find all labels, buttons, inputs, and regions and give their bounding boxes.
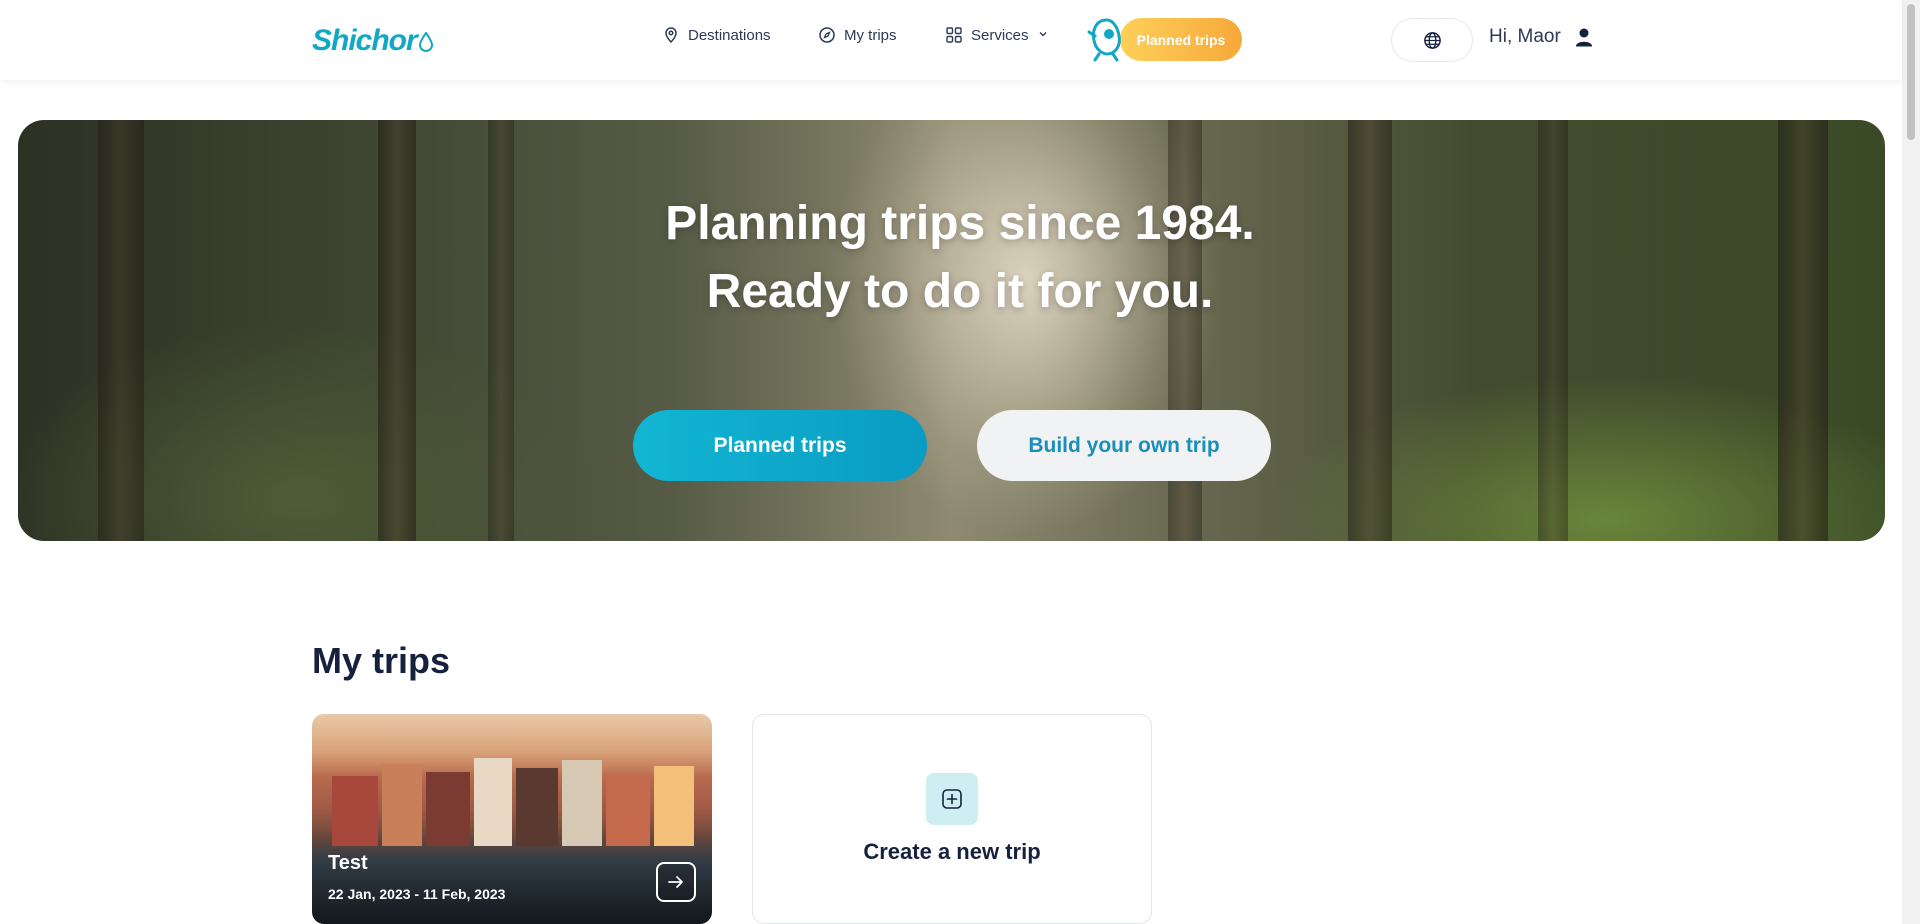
language-button[interactable] (1391, 18, 1473, 62)
user-icon (1575, 28, 1592, 46)
trip-dates: 22 Jan, 2023 - 11 Feb, 2023 (328, 886, 506, 902)
trip-name: Test (328, 852, 368, 874)
mascot-icon (1087, 18, 1121, 62)
trip-card[interactable]: Test 22 Jan, 2023 - 11 Feb, 2023 (312, 714, 712, 924)
compass-icon (818, 26, 836, 44)
header-planned-trips-button[interactable]: Planned trips (1120, 18, 1242, 61)
hero-title: Planning trips since 1984. Ready to do i… (0, 190, 1920, 326)
shichor-logo[interactable]: Shichor (312, 20, 433, 58)
nav-services-label: Services (971, 26, 1029, 44)
nav-services[interactable]: Services (945, 26, 1049, 44)
nav-my-trips-label: My trips (844, 26, 897, 44)
create-trip-label: Create a new trip (863, 839, 1041, 864)
nav-my-trips[interactable]: My trips (818, 26, 897, 44)
hero-title-line1: Planning trips since 1984. (665, 197, 1255, 250)
plus-square-icon (926, 773, 978, 825)
user-menu[interactable]: Hi, Maor (1489, 26, 1593, 48)
arrow-right-icon (668, 876, 683, 888)
create-trip-card[interactable]: Create a new trip (752, 714, 1152, 924)
hero-title-line2: Ready to do it for you. (706, 265, 1214, 318)
hero-banner (18, 120, 1885, 541)
chevron-down-icon (1037, 27, 1049, 44)
trip-open-button[interactable] (656, 862, 696, 902)
top-header: Shichor Destinations My trips Services P… (0, 0, 1902, 80)
logo-text: Shichor (312, 24, 418, 57)
grid-icon (945, 26, 963, 44)
drop-icon (418, 32, 433, 52)
my-trips-title: My trips (312, 640, 451, 681)
build-your-own-trip-button[interactable]: Build your own trip (977, 410, 1271, 481)
nav-destinations-label: Destinations (688, 26, 771, 44)
scrollbar-thumb[interactable] (1907, 4, 1915, 140)
nav-destinations[interactable]: Destinations (662, 26, 771, 44)
planned-trips-button[interactable]: Planned trips (633, 410, 927, 481)
location-pin-icon (662, 26, 680, 44)
page-scrollbar[interactable] (1902, 0, 1920, 924)
globe-icon (1423, 31, 1441, 49)
user-greeting: Hi, Maor (1489, 26, 1561, 47)
